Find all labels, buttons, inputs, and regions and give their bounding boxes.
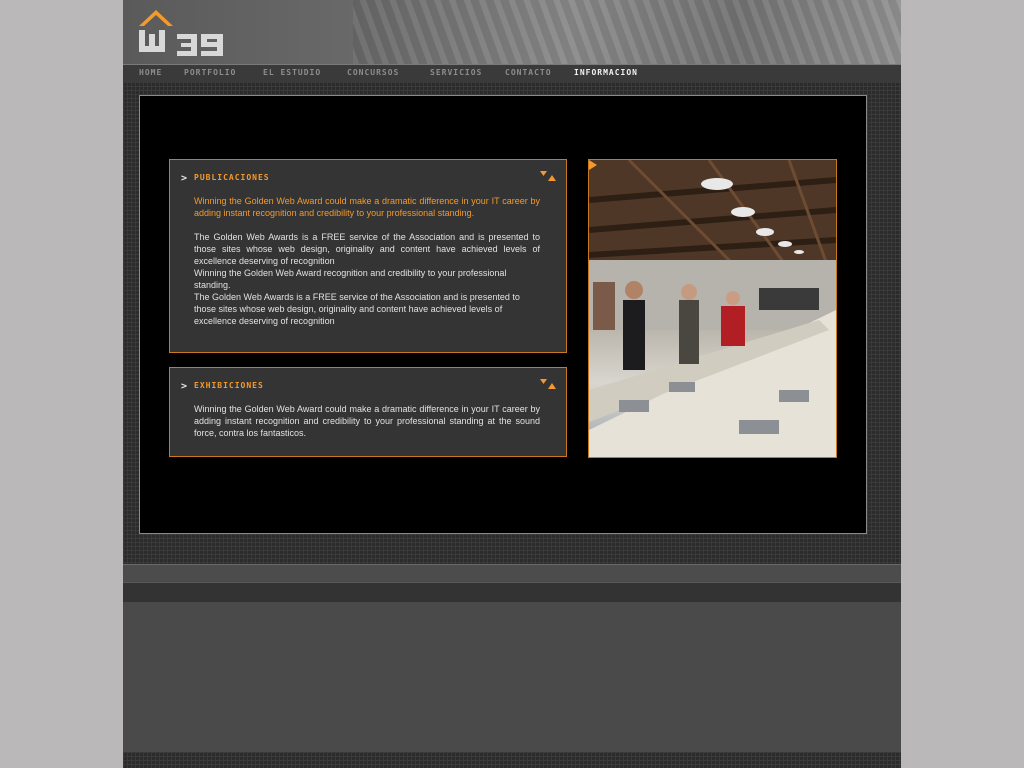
footer-area [123, 602, 901, 752]
studio-photo [588, 159, 837, 458]
nav-contacto[interactable]: CONTACTO [505, 68, 552, 80]
publicaciones-body-3: The Golden Web Awards is a FREE service … [194, 292, 520, 326]
page-container: HOME PORTFOLIO EL ESTUDIO CONCURSOS SERV… [123, 0, 901, 768]
studio-photo-illustration [589, 160, 836, 457]
exhibiciones-title: EXHIBICIONES [194, 381, 264, 390]
content-background: > PUBLICACIONES Winning the Golden Web A… [123, 82, 901, 564]
bullet-arrow-icon: > [181, 173, 188, 184]
collapse-toggle-icon[interactable] [540, 378, 556, 390]
publicaciones-body-2: Winning the Golden Web Award recognition… [194, 268, 507, 290]
nav-concursos[interactable]: CONCURSOS [347, 68, 399, 80]
header-photo [353, 0, 901, 64]
footer-strip-bottom [123, 582, 901, 603]
bullet-arrow-icon: > [181, 381, 188, 392]
publicaciones-panel: > PUBLICACIONES Winning the Golden Web A… [169, 159, 567, 353]
nav-informacion[interactable]: INFORMACION [574, 68, 638, 80]
w39-logo[interactable] [137, 8, 241, 56]
nav-portfolio[interactable]: PORTFOLIO [184, 68, 236, 80]
nav-el-estudio[interactable]: EL ESTUDIO [263, 68, 321, 80]
exhibiciones-panel: > EXHIBICIONES Winning the Golden Web Aw… [169, 367, 567, 457]
publicaciones-text: Winning the Golden Web Award could make … [194, 195, 540, 327]
play-next-icon[interactable] [589, 160, 597, 170]
publicaciones-highlight: Winning the Golden Web Award could make … [194, 196, 540, 218]
collapse-toggle-icon[interactable] [540, 170, 556, 182]
header [123, 0, 901, 64]
footer-strip-top [123, 564, 901, 581]
content-frame: > PUBLICACIONES Winning the Golden Web A… [139, 95, 867, 534]
nav-servicios[interactable]: SERVICIOS [430, 68, 482, 80]
bottom-grid [123, 752, 901, 768]
main-nav: HOME PORTFOLIO EL ESTUDIO CONCURSOS SERV… [123, 64, 901, 83]
publicaciones-body-1: The Golden Web Awards is a FREE service … [194, 232, 540, 266]
nav-home[interactable]: HOME [139, 68, 162, 80]
publicaciones-title: PUBLICACIONES [194, 173, 270, 182]
exhibiciones-text: Winning the Golden Web Award could make … [194, 404, 540, 438]
